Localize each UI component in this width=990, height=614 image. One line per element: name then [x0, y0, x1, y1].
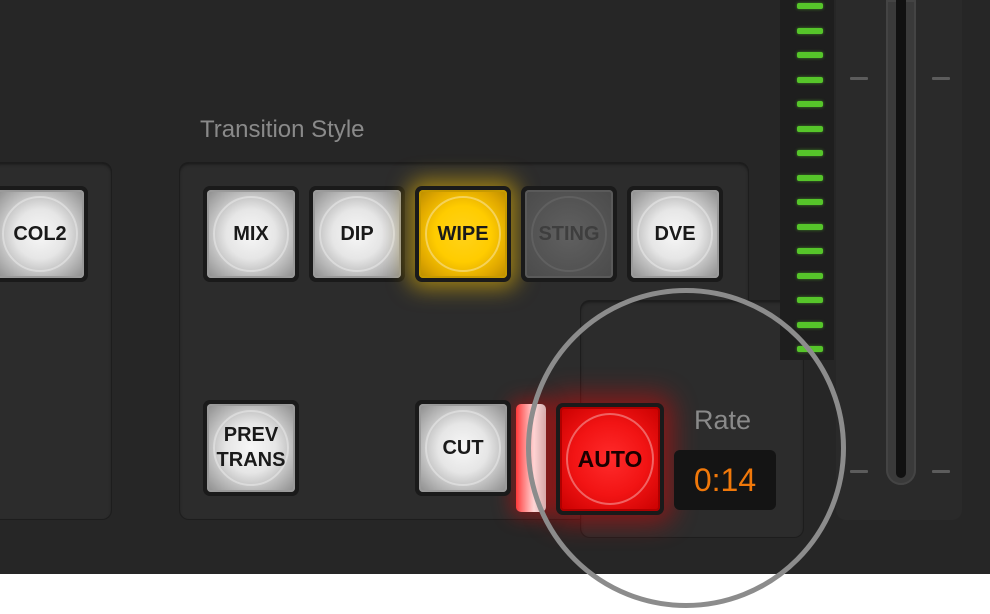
meter-segment [797, 174, 823, 181]
meter-segment [797, 101, 823, 107]
rate-label: Rate [694, 405, 752, 435]
rate-display[interactable]: 0:14 [674, 450, 776, 510]
meter-segment [797, 52, 823, 58]
meter-segment [797, 125, 823, 132]
col2-label: COL2 [13, 222, 67, 245]
meter-segment [797, 76, 823, 83]
fader-tick [932, 470, 950, 473]
wipe-button[interactable]: WIPE [415, 186, 511, 282]
sting-button[interactable]: STING [521, 186, 617, 282]
mix-label: MIX [233, 222, 269, 245]
prev-trans-button[interactable]: PREV TRANS [203, 400, 299, 496]
fader-tick [850, 470, 868, 473]
sting-label: STING [538, 222, 600, 245]
dve-label: DVE [654, 222, 696, 245]
cut-button[interactable]: CUT [415, 400, 511, 496]
fader-tick [932, 77, 950, 80]
meter-segment [797, 248, 823, 254]
meter-segment [797, 297, 823, 303]
meter-segment [797, 346, 823, 352]
dip-button[interactable]: DIP [309, 186, 405, 282]
dve-button[interactable]: DVE [627, 186, 723, 282]
dip-label: DIP [340, 222, 374, 245]
mix-button[interactable]: MIX [203, 186, 299, 282]
t-bar-slot [896, 0, 906, 478]
prev-trans-label: PREV TRANS [216, 424, 286, 471]
meter-segment [797, 223, 823, 230]
col2-button[interactable]: COL2 [0, 186, 88, 282]
meter-segment [797, 321, 823, 328]
transition-style-title: Transition Style [200, 116, 365, 143]
rate-value: 0:14 [693, 461, 757, 498]
fader-tick [850, 77, 868, 80]
meter-segment [797, 27, 823, 34]
auto-label: AUTO [577, 445, 643, 472]
meter-segment [797, 199, 823, 205]
wipe-label: WIPE [437, 222, 489, 245]
auto-button[interactable]: AUTO [556, 403, 664, 515]
hidden-button-edge [516, 404, 546, 512]
meter-segment [797, 272, 823, 279]
cut-label: CUT [442, 436, 484, 459]
meter-segment [797, 150, 823, 156]
meter-segment [797, 3, 823, 9]
